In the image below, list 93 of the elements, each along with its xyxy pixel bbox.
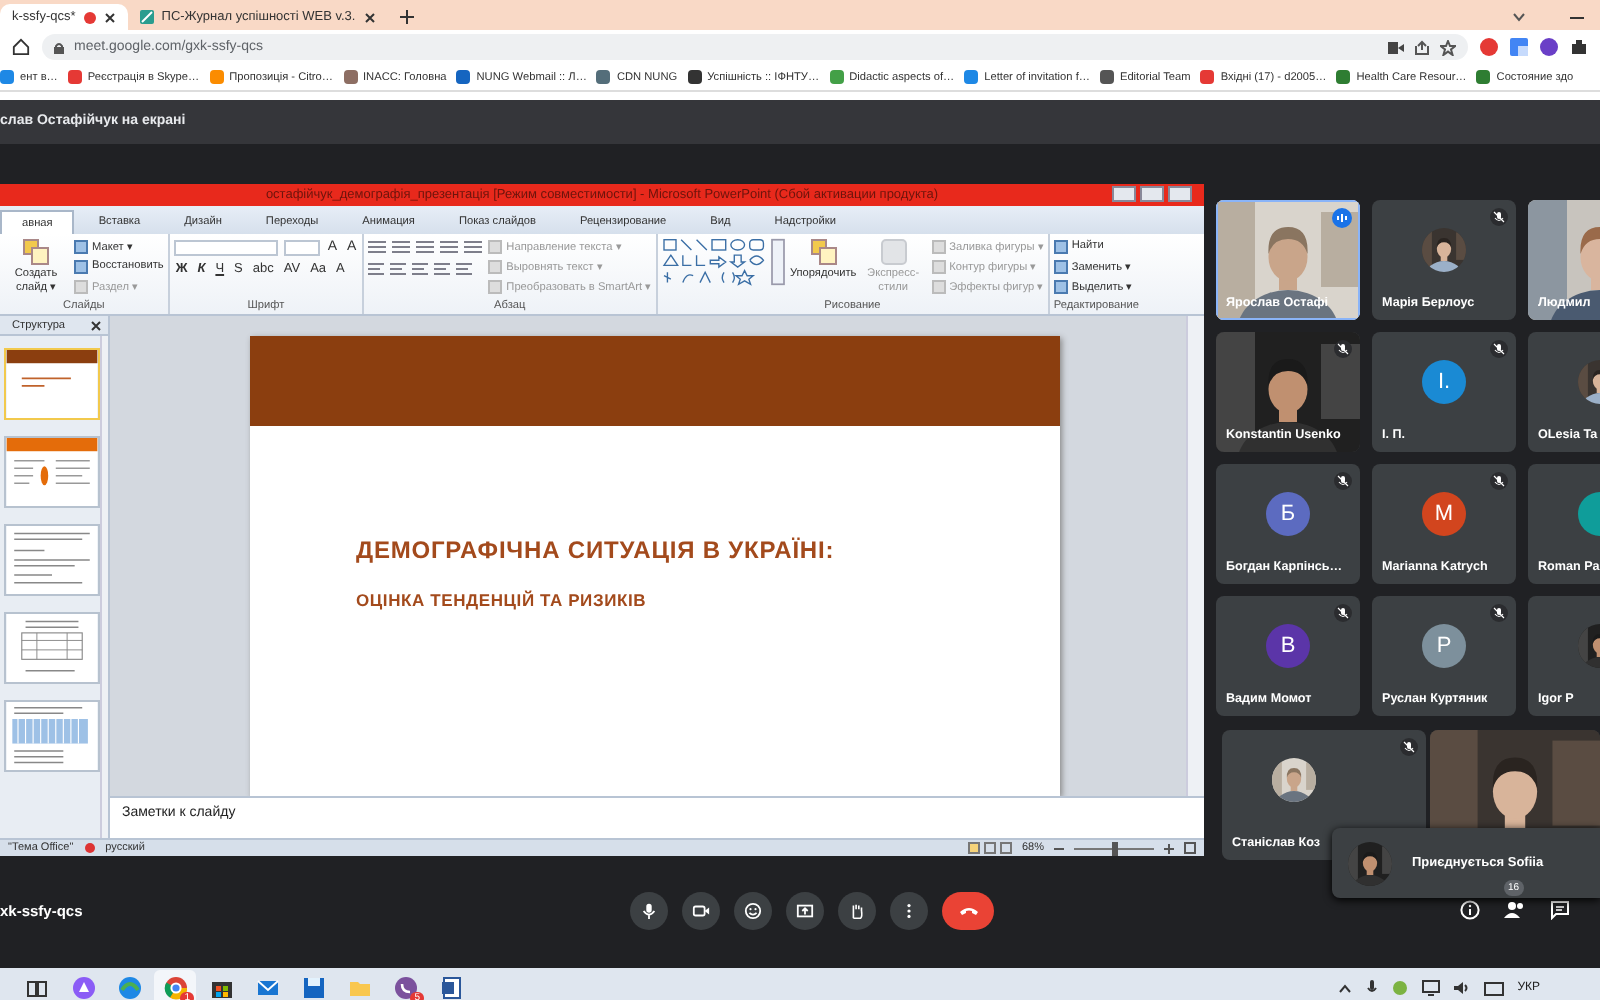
chat-icon[interactable] bbox=[1550, 900, 1570, 920]
camera-icon bbox=[692, 901, 710, 919]
align-icon[interactable] bbox=[412, 262, 429, 276]
mic-off-icon bbox=[1490, 604, 1508, 622]
mic-off-icon bbox=[1399, 738, 1418, 756]
present-icon bbox=[796, 901, 814, 919]
close-icon[interactable] bbox=[363, 11, 376, 23]
ribbon-tool-icon bbox=[879, 238, 908, 266]
puzzle-icon[interactable] bbox=[1570, 38, 1588, 56]
slide-thumbnail[interactable] bbox=[4, 700, 100, 772]
restore-button[interactable] bbox=[1140, 186, 1164, 202]
share-icon[interactable] bbox=[1414, 39, 1430, 55]
list-icon[interactable] bbox=[416, 240, 435, 254]
list-icon[interactable] bbox=[440, 240, 459, 254]
list-icon[interactable] bbox=[464, 240, 483, 254]
viber-icon[interactable] bbox=[393, 976, 417, 1000]
tab-favicon-icon bbox=[139, 10, 154, 24]
ribbon-tool-icon bbox=[22, 238, 50, 266]
network-icon[interactable] bbox=[1421, 980, 1440, 996]
keyboard-icon[interactable] bbox=[1483, 981, 1504, 995]
slide-title: ДЕМОГРАФІЧНА СИТУАЦІЯ В УКРАЇНІ: bbox=[356, 536, 837, 564]
edge-icon[interactable] bbox=[117, 976, 141, 1000]
avatar: В bbox=[1266, 624, 1310, 668]
volume-icon[interactable] bbox=[1453, 980, 1470, 996]
star-icon[interactable] bbox=[1440, 39, 1456, 55]
fit-icon[interactable] bbox=[1184, 842, 1196, 854]
mic-off-icon bbox=[1490, 340, 1508, 358]
avatar: І. bbox=[1422, 360, 1466, 404]
mic-off-icon bbox=[1334, 472, 1352, 490]
task-view-icon[interactable] bbox=[26, 977, 48, 999]
ribbon-tool-icon bbox=[809, 238, 838, 266]
slide-thumbnail[interactable] bbox=[4, 348, 100, 420]
store-icon[interactable] bbox=[209, 976, 233, 1000]
microphone-icon[interactable] bbox=[1365, 980, 1378, 996]
camera-icon[interactable] bbox=[1388, 41, 1404, 53]
chevron-up-icon[interactable] bbox=[1337, 983, 1352, 993]
shapes-gallery-icon[interactable] bbox=[661, 238, 786, 286]
scrollbar[interactable] bbox=[100, 336, 108, 838]
new-tab-icon[interactable] bbox=[399, 10, 414, 24]
align-icon[interactable] bbox=[456, 262, 473, 276]
translate-icon[interactable] bbox=[1510, 38, 1528, 56]
list-icon[interactable] bbox=[392, 240, 411, 254]
people-icon[interactable] bbox=[1504, 900, 1526, 920]
microphone-icon bbox=[640, 901, 658, 919]
slide-subtitle: ОЦІНКА ТЕНДЕНЦІЙ ТА РИЗИКІВ bbox=[356, 590, 649, 610]
camera-button[interactable] bbox=[682, 891, 720, 929]
align-icon[interactable] bbox=[390, 262, 407, 276]
present-button[interactable] bbox=[786, 891, 824, 929]
document-icon[interactable] bbox=[439, 976, 463, 1000]
mail-icon[interactable] bbox=[255, 976, 279, 1000]
mic-off-icon bbox=[1334, 340, 1352, 358]
extension-icon[interactable] bbox=[1480, 38, 1498, 56]
more-options-button[interactable] bbox=[890, 891, 928, 929]
raise-hand-icon bbox=[848, 901, 866, 919]
scrollbar[interactable] bbox=[1186, 316, 1204, 796]
close-button[interactable] bbox=[1168, 186, 1192, 202]
avatar: Р bbox=[1422, 624, 1466, 668]
phone-hang-up-icon bbox=[957, 904, 979, 916]
close-pane-icon[interactable] bbox=[90, 319, 102, 331]
zoom-out-icon[interactable] bbox=[1054, 843, 1064, 853]
mic-off-icon bbox=[1490, 472, 1508, 490]
spelling-icon bbox=[83, 842, 96, 854]
chevron-down-icon[interactable] bbox=[1512, 12, 1526, 22]
mic-off-icon bbox=[1490, 208, 1508, 226]
zoom-slider-thumb[interactable] bbox=[1111, 841, 1117, 855]
home-icon[interactable] bbox=[12, 38, 30, 56]
minimize-button[interactable] bbox=[1112, 186, 1136, 202]
zoom-in-icon[interactable] bbox=[1164, 843, 1174, 853]
microphone-button[interactable] bbox=[630, 891, 668, 929]
font-size-field[interactable] bbox=[283, 239, 320, 255]
lock-icon bbox=[54, 41, 64, 53]
extension-icon[interactable] bbox=[1540, 38, 1558, 56]
avatar: Б bbox=[1266, 492, 1310, 536]
minimize-icon[interactable] bbox=[1570, 16, 1584, 20]
speaking-indicator-icon bbox=[1332, 208, 1352, 228]
assistant-icon[interactable] bbox=[71, 976, 95, 1000]
info-icon[interactable] bbox=[1460, 900, 1480, 920]
end-call-button[interactable] bbox=[942, 891, 994, 929]
view-icons[interactable] bbox=[967, 842, 1012, 854]
font-name-field[interactable] bbox=[173, 239, 278, 255]
chrome-icon[interactable] bbox=[163, 976, 187, 1000]
slide-thumbnail[interactable] bbox=[4, 524, 100, 596]
close-icon[interactable] bbox=[103, 11, 116, 23]
list-icon[interactable] bbox=[368, 240, 387, 254]
emoji-icon bbox=[744, 901, 762, 919]
raise-hand-button[interactable] bbox=[838, 891, 876, 929]
align-icon[interactable] bbox=[434, 262, 451, 276]
avatar: M bbox=[1422, 492, 1466, 536]
slide-thumbnail[interactable] bbox=[4, 612, 100, 684]
emoji-button[interactable] bbox=[734, 891, 772, 929]
slide-thumbnail[interactable] bbox=[4, 436, 100, 508]
align-icon[interactable] bbox=[368, 262, 385, 276]
mic-off-icon bbox=[1334, 604, 1352, 622]
